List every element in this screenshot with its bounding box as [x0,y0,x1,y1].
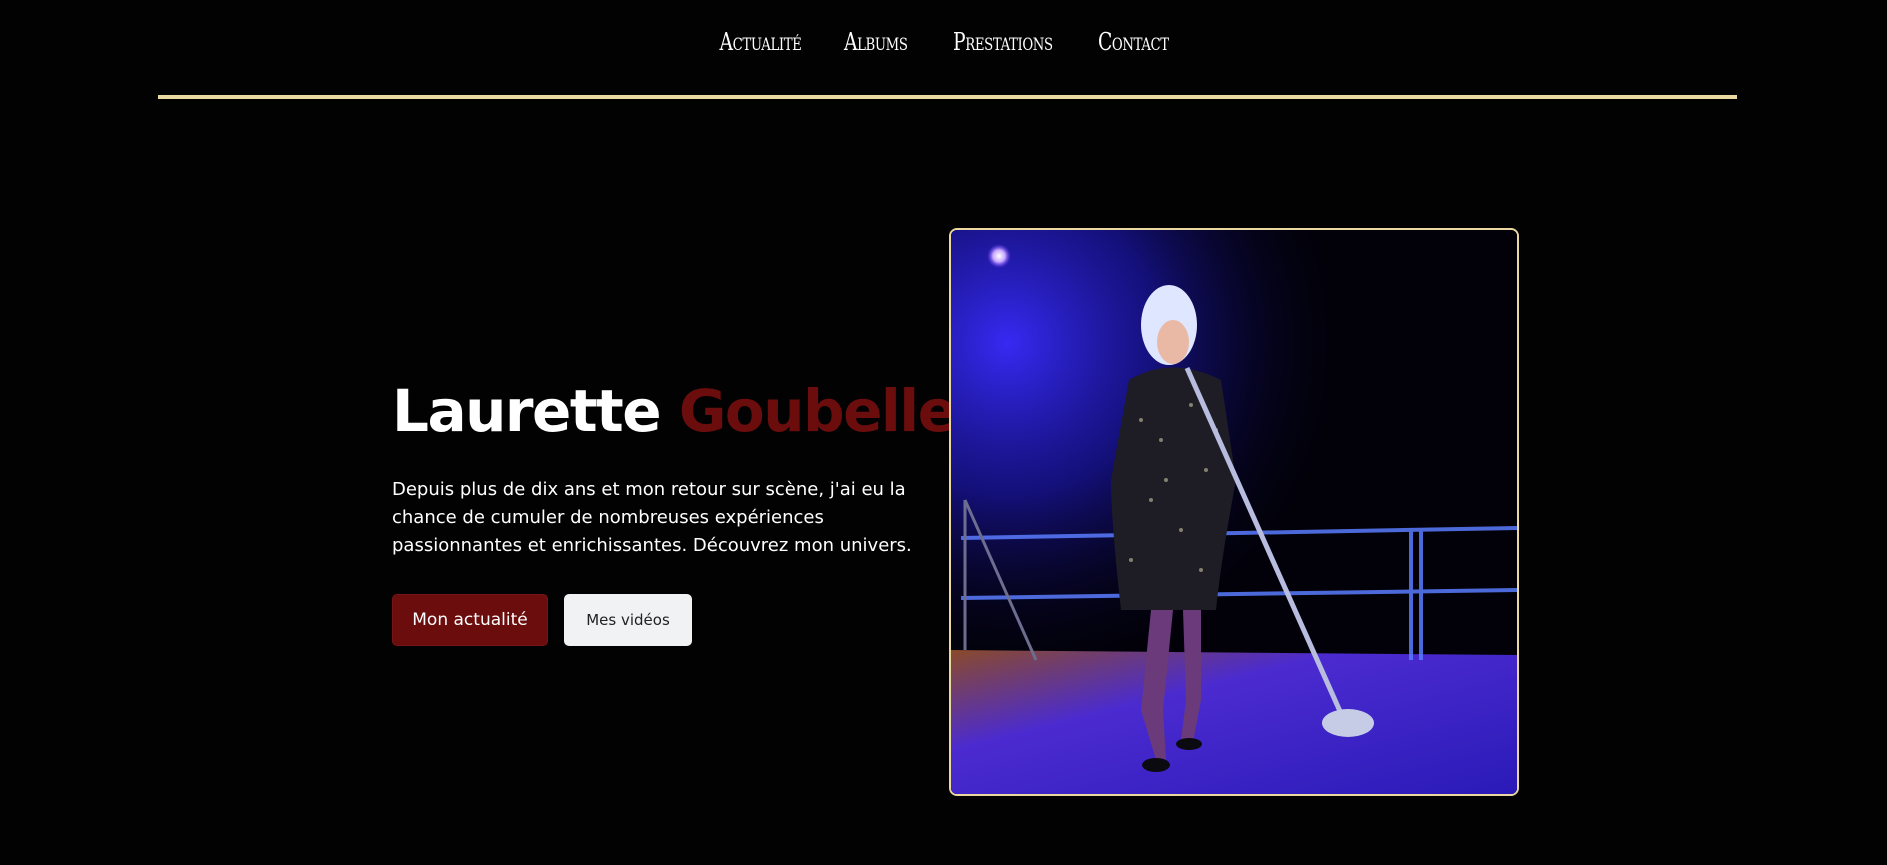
nav-item-albums[interactable]: Albums [844,28,908,56]
hero-description: Depuis plus de dix ans et mon retour sur… [392,479,912,556]
nav-item-contact[interactable]: Contact [1098,28,1169,56]
nav-item-prestations[interactable]: Prestations [953,28,1053,56]
title-last-name: Goubelle [678,377,957,445]
hero-buttons: Mon actualité Mes vidéos [392,594,912,646]
nav-item-actualite[interactable]: Actualité [720,28,802,56]
mon-actualite-button[interactable]: Mon actualité [392,594,548,646]
title-first-name: Laurette [392,377,662,445]
page-title: Laurette Goubelle [392,374,957,448]
singer-photo [949,228,1519,796]
main-nav: Actualité Albums Prestations Contact [0,28,1887,56]
header-divider [158,95,1737,99]
mes-videos-button[interactable]: Mes vidéos [564,594,692,646]
hero-section: Laurette Goubelle Depuis plus de dix ans… [392,374,957,646]
